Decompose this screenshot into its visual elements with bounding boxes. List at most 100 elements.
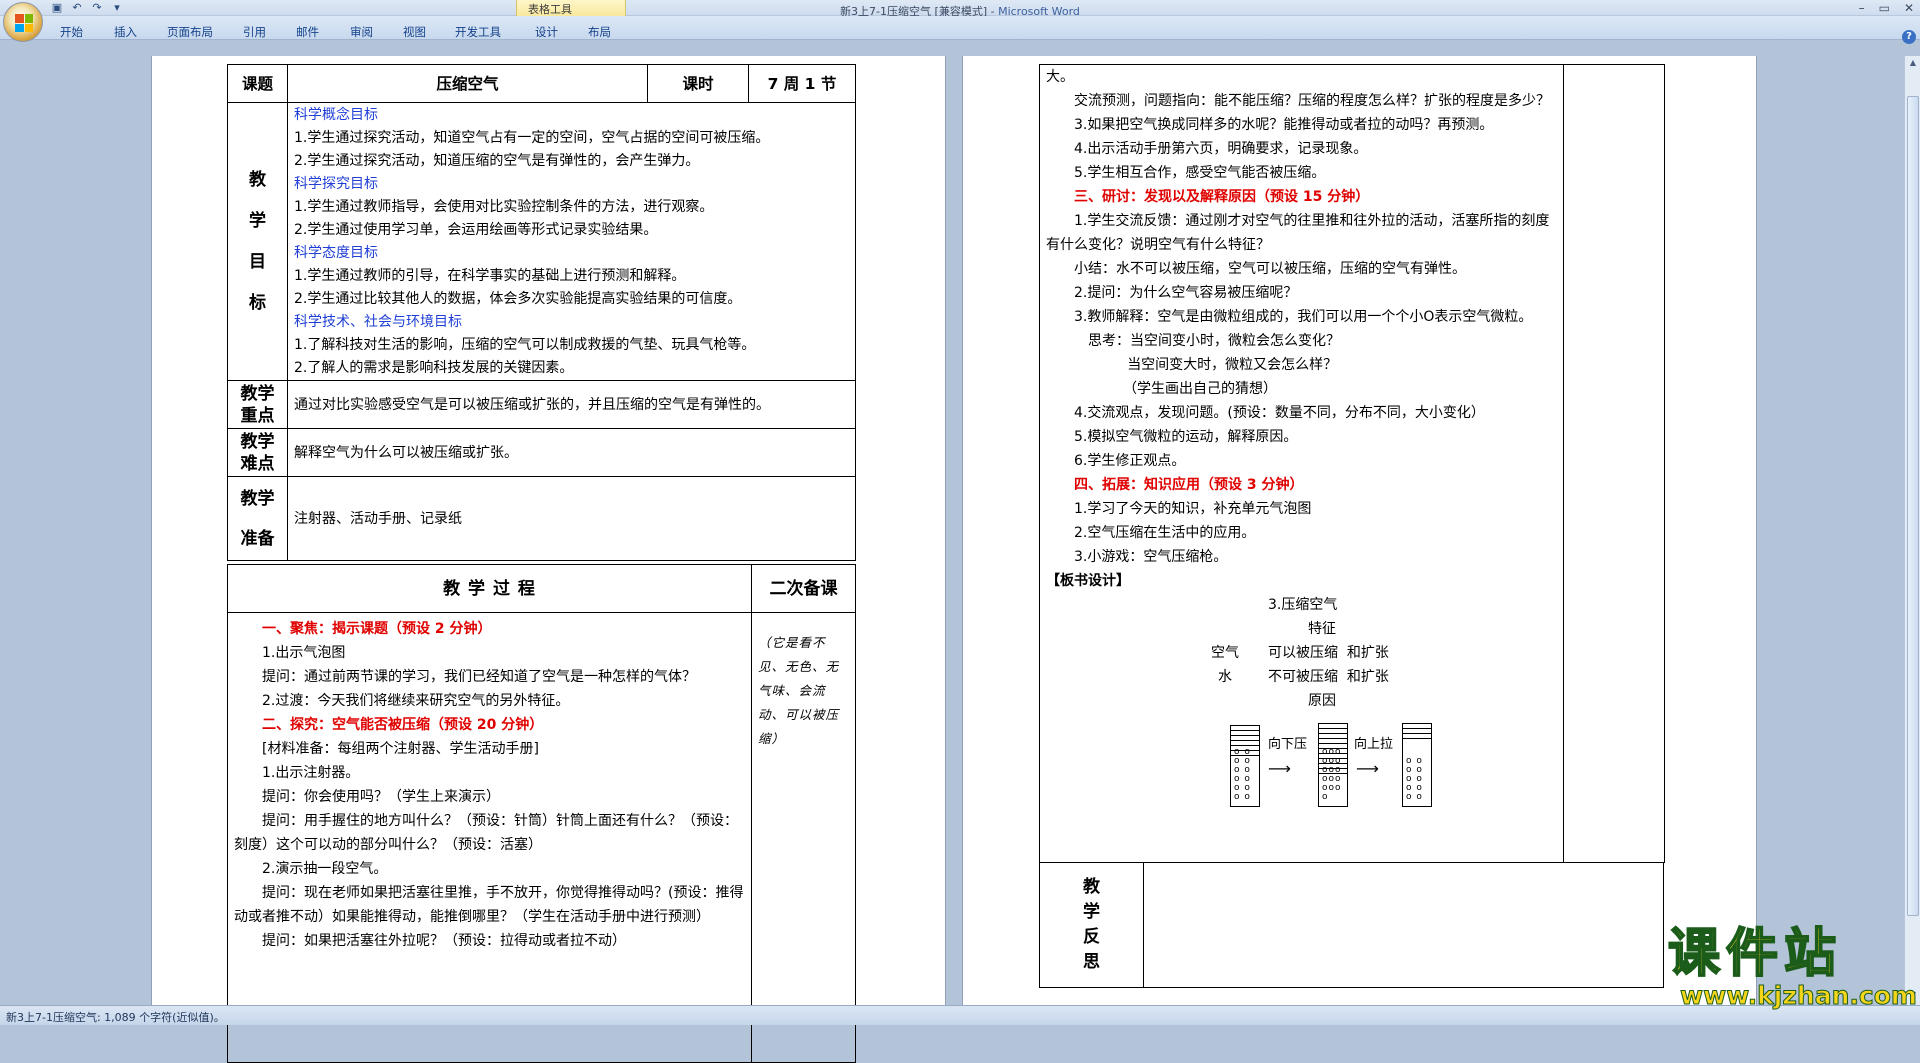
period-value: 7 周 1 节 [748,64,856,103]
status-bar: 新3上7-1压缩空气: 1,089 个字符(近似值)。 [0,1005,1920,1025]
process-table-page2: 大。 交流预测，问题指向：能不能压缩？压缩的程度怎么样？扩张的程度是多少？ 3.如果… [1039,64,1665,863]
prep-label-line: 准备 [240,528,275,549]
difficulty-value: 解释空气为什么可以被压缩或扩张。 [287,428,856,477]
goal-item: 2.学生通过比较其他人的数据，体会多次实验能提高实验结果的可信度。 [294,291,742,307]
process-line: 三、研讨：发现以及解释原因（预设 15 分钟） [1074,189,1370,205]
key-point-value: 通过对比实验感受空气是可以被压缩或扩张的，并且压缩的空气是有弹性的。 [287,380,856,429]
vertical-scrollbar[interactable]: ▲ ▼ [1904,56,1920,1006]
board-water-label: 水 [1218,669,1232,685]
syringe-expanded-diagram: o o o o o o o o o o [1402,723,1432,807]
scrollbar-thumb[interactable] [1907,96,1919,916]
goal-item: 1.学生通过探究活动，知道空气占有一定的空间，空气占据的空间可被压缩。 [294,130,770,146]
process-line: 3.教师解释：空气是由微粒组成的，我们可以用一个个小O表示空气微粒。 [1074,309,1533,325]
document-page-1: 课题 压缩空气 课时 7 周 1 节 教 学 目 标 科学概念目标 1.学生通过… [152,56,945,1063]
reflection-label-char: 思 [1083,952,1100,972]
board-feature: 特征 [1308,621,1336,637]
board-reason: 原因 [1308,693,1336,709]
process-line: 1.出示气泡图 [262,645,346,661]
period-label: 课时 [647,64,749,103]
process-content: 一、聚焦：揭示课题（预设 2 分钟） 1.出示气泡图 提问：通过前两节课的学习，我们… [227,612,752,1063]
help-icon[interactable]: ? [1902,30,1916,44]
goal-heading: 科学概念目标 [294,107,378,123]
board-label: 【板书设计】 [1046,573,1130,589]
difficulty-label-line: 教学 [240,431,275,452]
close-button[interactable]: ✕ [1904,1,1914,15]
difficulty-label-line: 难点 [240,453,275,474]
process-line: 交流预测，问题指向：能不能压缩？压缩的程度怎么样？扩张的程度是多少？ [1074,93,1550,109]
difficulty-label: 教学 难点 [227,428,288,477]
reflection-label: 教 学 反 思 [1039,862,1144,988]
ribbon-tab-bar: 开始 插入 页面布局 引用 邮件 审阅 视图 开发工具 设计 布局 [0,16,1920,40]
watermark-logo: 课件站 www.kjzhan.com [1667,924,1917,1009]
goal-item: 2.了解人的需求是影响科技发展的关键因素。 [294,360,574,376]
goal-item: 1.学生通过教师指导，会使用对比实验控制条件的方法，进行观察。 [294,199,714,215]
goal-heading: 科学技术、社会与环境目标 [294,314,462,330]
goal-item: 2.学生通过探究活动，知道压缩的空气是有弹性的，会产生弹力。 [294,153,700,169]
process-line: 提问：你会使用吗？（学生上来演示） [262,789,500,805]
tab-home[interactable]: 开始 [60,24,83,40]
process-line: [材料准备：每组两个注射器、学生活动手册] [262,741,539,757]
reflection-content[interactable] [1143,862,1664,988]
process-steps: 大。 交流预测，问题指向：能不能压缩？压缩的程度怎么样？扩张的程度是多少？ 3.如果… [1046,65,1557,569]
topic-value: 压缩空气 [287,64,648,103]
tab-mailings[interactable]: 邮件 [296,24,319,40]
process-line: （学生画出自己的猜想） [1123,381,1277,397]
goal-item: 1.学生通过教师的引导，在科学事实的基础上进行预测和解释。 [294,268,686,284]
minimize-button[interactable]: – [1859,1,1865,15]
tab-view[interactable]: 视图 [403,24,426,40]
process-line: 提问：用手握住的地方叫什么？（预设：针筒）针筒上面还有什么？（预设：刻度）这个可… [234,813,738,853]
maximize-button[interactable]: ▭ [1879,1,1890,15]
syringe-initial-diagram: o o o o o o o o o o o o [1230,725,1260,807]
second-prep-cell: （它是看不见、无色、无气味、会流动、可以被压缩） [751,612,856,1063]
key-point-label: 教学 重点 [227,380,288,429]
process-line: 1.学习了今天的知识，补充单元气泡图 [1074,501,1312,517]
syringe-compressed-diagram: oooooooooooooooo [1318,723,1348,807]
second-prep-header: 二次备课 [751,564,856,613]
process-line: 小结：水不可以被压缩，空气可以被压缩，压缩的空气有弹性。 [1074,261,1466,277]
tab-layout[interactable]: 布局 [588,24,611,40]
tab-insert[interactable]: 插入 [114,24,137,40]
reflection-label-char: 反 [1083,927,1100,947]
process-line: 1.出示注射器。 [262,765,360,781]
process-line: 2.空气压缩在生活中的应用。 [1074,525,1256,541]
watermark-text: 课件站 [1667,924,1843,984]
reflection-label-char: 学 [1083,902,1100,922]
goals-label-char: 教 [249,169,266,190]
goals-content: 科学概念目标 1.学生通过探究活动，知道空气占有一定的空间，空气占据的空间可被压… [287,102,856,381]
tab-design[interactable]: 设计 [535,24,558,40]
goals-label-char: 目 [249,251,266,272]
board-water-text: 不可被压缩 和扩张 [1268,669,1389,685]
board-air-text: 可以被压缩 和扩张 [1268,645,1389,661]
watermark-url: www.kjzhan.com [1680,981,1918,1010]
process-line: 当空间变大时，微粒又会怎么样？ [1127,357,1338,373]
process-line: 2.提问：为什么空气容易被压缩呢？ [1074,285,1298,301]
process-line: 大。 [1046,69,1074,85]
process-line: 3.小游戏：空气压缩枪。 [1074,549,1228,565]
status-text: 新3上7-1压缩空气: 1,089 个字符(近似值)。 [6,1011,225,1024]
process-line: 2.演示抽一段空气。 [262,861,388,877]
prep-value: 注射器、活动手册、记录纸 [287,476,856,561]
second-prep-cell-page2 [1563,64,1665,863]
board-air-label: 空气 [1211,645,1239,661]
process-line: 二、探究：空气能否被压缩（预设 20 分钟） [262,717,544,733]
reflection-label-char: 教 [1083,877,1100,897]
tab-references[interactable]: 引用 [243,24,266,40]
prep-label: 教学 准备 [227,476,288,561]
process-line: 提问：通过前两节课的学习，我们已经知道了空气是一种怎样的气体？ [262,669,696,685]
process-line: 1.学生交流反馈：通过刚才对空气的往里推和往外拉的活动，活塞所指的刻度有什么变化… [1046,213,1550,253]
tab-developer[interactable]: 开发工具 [455,24,501,40]
tab-page-layout[interactable]: 页面布局 [167,24,213,40]
goal-item: 1.了解科技对生活的影响，压缩的空气可以制成救援的气垫、玩具气枪等。 [294,337,756,353]
arrow-right-icon: ⟶ [1268,759,1291,778]
key-label-line: 重点 [240,405,275,426]
goals-label: 教 学 目 标 [227,102,288,381]
office-button[interactable] [3,2,43,42]
process-table-page1: 教 学 过 程 二次备课 一、聚焦：揭示课题（预设 2 分钟） 1.出示气泡图 提问… [227,564,856,1063]
process-header: 教 学 过 程 [227,564,752,613]
goal-heading: 科学探究目标 [294,176,378,192]
tab-review[interactable]: 审阅 [350,24,373,40]
scroll-up-icon[interactable]: ▲ [1907,58,1919,70]
office-logo-icon [15,14,33,32]
process-line: 思考：当空间变小时，微粒会怎么变化？ [1088,333,1340,349]
goal-heading: 科学态度目标 [294,245,378,261]
